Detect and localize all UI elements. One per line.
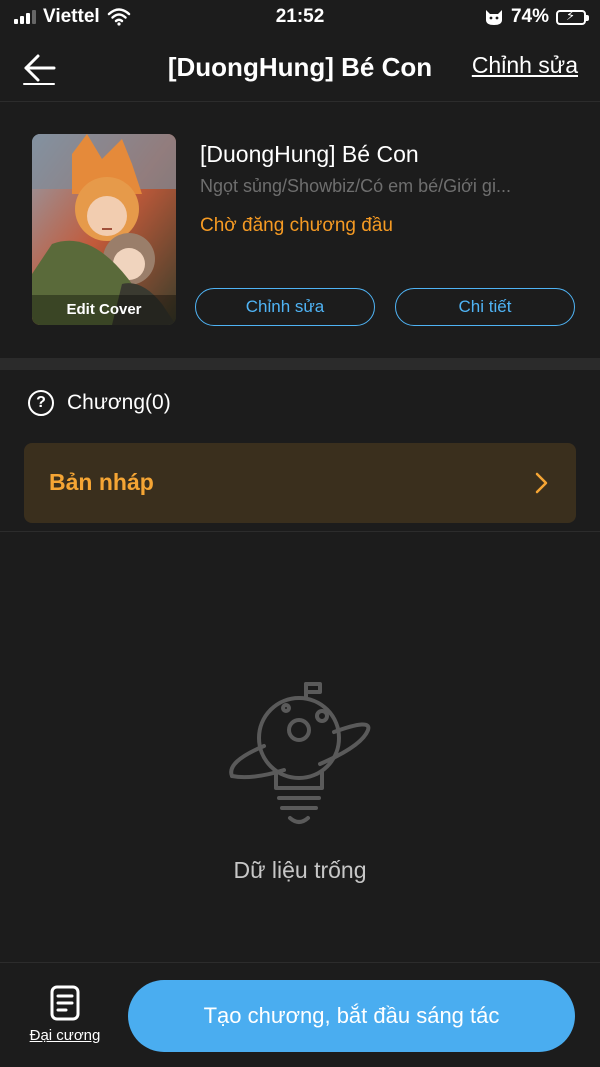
planet-lightbulb-icon: [229, 682, 371, 824]
battery-percent: 74%: [510, 6, 549, 27]
edit-cover-label: Edit Cover: [32, 295, 176, 325]
outline-label: Đại cương: [29, 1027, 101, 1044]
book-detail-button[interactable]: Chi tiết: [395, 288, 575, 326]
back-button[interactable]: [20, 50, 60, 86]
section-divider: [0, 358, 600, 370]
battery-charging-icon: ⚡: [556, 7, 589, 25]
screen: Viettel 21:52 74% ⚡ [DuongHung] Bé Con C…: [0, 0, 600, 1067]
book-info-card: Edit Cover [DuongHung] Bé Con Ngọt sủng/…: [0, 103, 600, 358]
drafts-label: Bản nháp: [49, 469, 154, 495]
wifi-icon: [107, 8, 130, 26]
edit-book-button[interactable]: Chỉnh sửa: [195, 288, 375, 326]
arrow-left-icon: [23, 54, 56, 85]
edit-link[interactable]: Chỉnh sửa: [472, 52, 578, 79]
outline-tab[interactable]: Đại cương: [22, 985, 108, 1049]
divider: [0, 531, 600, 532]
question-circle-icon[interactable]: ?: [28, 390, 54, 416]
status-right: 74% ⚡: [484, 6, 589, 28]
drafts-row[interactable]: Bản nháp: [24, 443, 576, 523]
book-cover[interactable]: Edit Cover: [32, 134, 176, 325]
carrier-name: Viettel: [43, 6, 100, 27]
empty-state-text: Dữ liệu trống: [233, 857, 367, 883]
book-genres: Ngọt sủng/Showbiz/Có em bé/Giới gi...: [200, 176, 511, 196]
chapters-count-label: Chương(0): [67, 391, 171, 414]
chevron-right-icon: [535, 472, 548, 494]
bottom-bar: Đại cương Tạo chương, bắt đầu sáng tác: [0, 962, 600, 1067]
book-status: Chờ đăng chương đầu: [200, 215, 393, 236]
create-chapter-button[interactable]: Tạo chương, bắt đầu sáng tác: [128, 980, 575, 1052]
cat-icon: [485, 10, 502, 25]
book-title: [DuongHung] Bé Con: [200, 141, 419, 167]
page-title: [DuongHung] Bé Con: [167, 52, 433, 82]
nav-bar: [DuongHung] Bé Con Chỉnh sửa: [0, 34, 600, 102]
chapters-header: ? Chương(0): [28, 390, 171, 416]
document-icon: [50, 985, 80, 1021]
signal-icon: [14, 10, 36, 24]
bolt-icon: ⚡: [566, 7, 576, 23]
status-bar: Viettel 21:52 74% ⚡: [0, 0, 600, 34]
status-left: Viettel: [14, 6, 131, 28]
